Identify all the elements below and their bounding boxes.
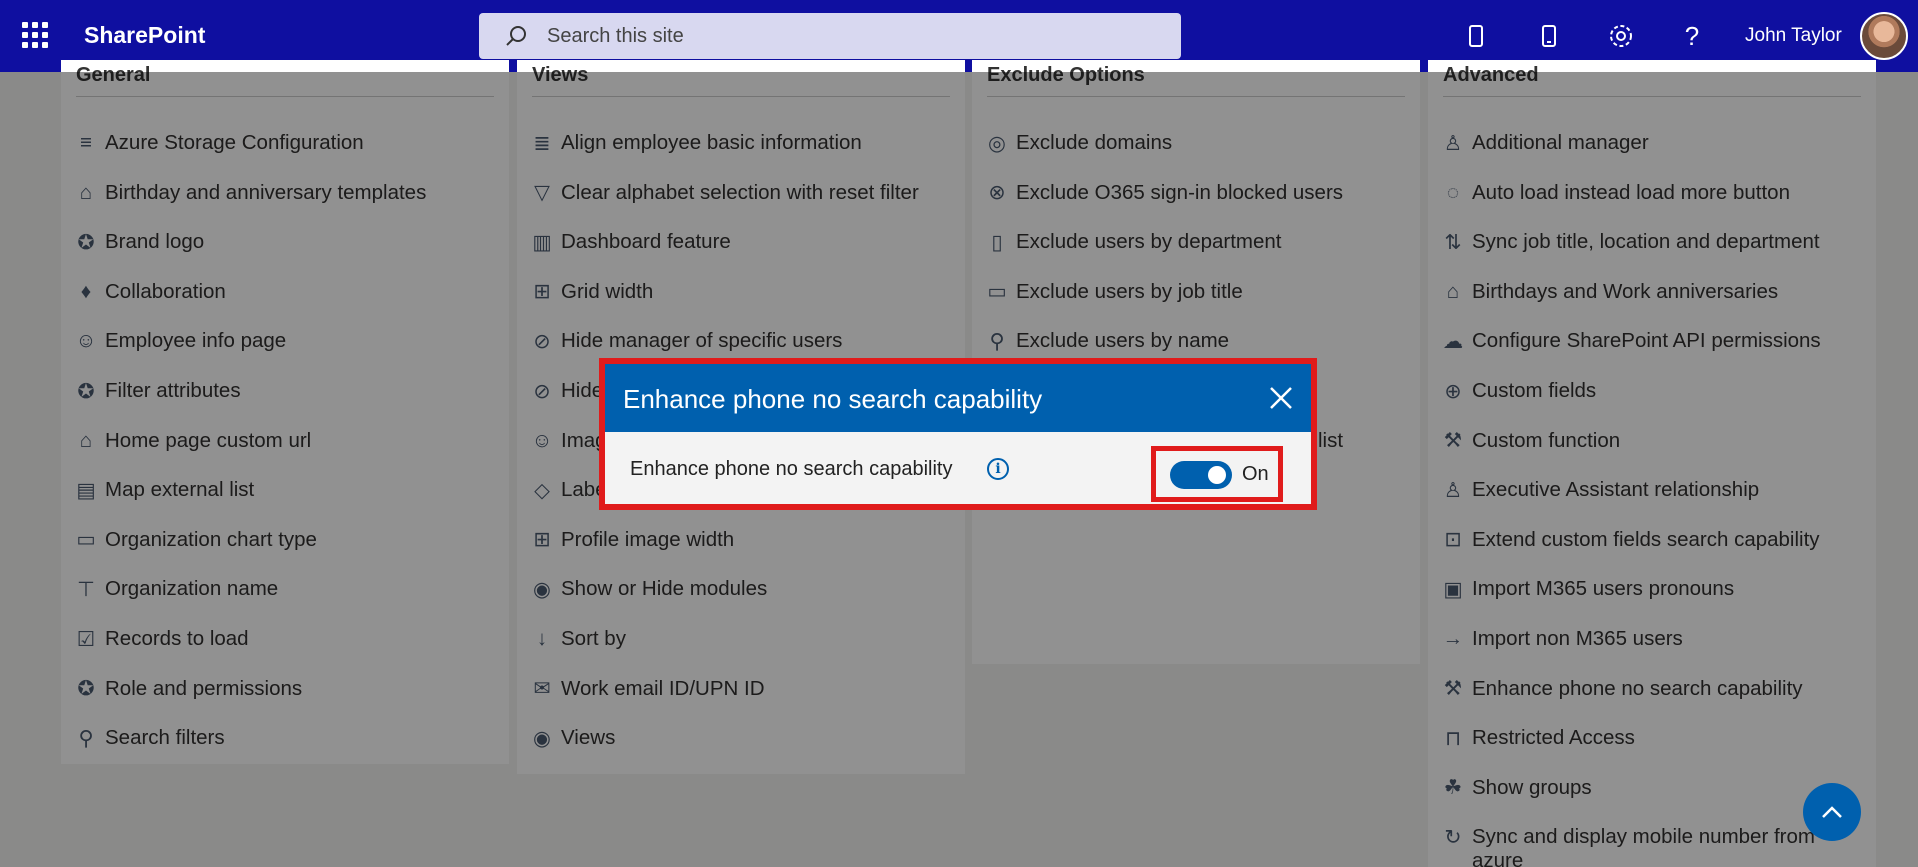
close-icon[interactable] [1269,386,1293,410]
brand-name[interactable]: SharePoint [84,22,205,49]
dialog-title: Enhance phone no search capability [623,384,1043,414]
info-icon[interactable]: i [987,458,1009,480]
toggle-state-label: On [1242,463,1269,485]
user-name[interactable]: John Taylor [1745,25,1842,47]
mobile-icon[interactable] [1535,22,1563,50]
enhance-phone-search-toggle[interactable] [1170,461,1232,489]
search-icon [506,26,526,46]
settings-dialog: Enhance phone no search capability Enhan… [599,358,1317,510]
search-placeholder: Search this site [547,24,684,47]
toggle-highlight: On [1151,446,1283,502]
dialog-header: Enhance phone no search capability [605,364,1311,432]
dialog-body: Enhance phone no search capability i On [605,432,1311,504]
toggle-knob [1208,466,1226,484]
settings-gear-icon[interactable] [1607,22,1635,50]
help-icon[interactable]: ? [1678,21,1706,51]
setting-label: Enhance phone no search capability [630,458,953,480]
app-launcher-icon[interactable] [22,22,48,48]
scroll-to-top-button[interactable] [1803,783,1861,841]
phone-icon[interactable] [1462,22,1490,50]
search-box[interactable]: Search this site [479,13,1181,59]
chevron-up-icon [1822,806,1842,818]
avatar[interactable] [1860,12,1908,60]
